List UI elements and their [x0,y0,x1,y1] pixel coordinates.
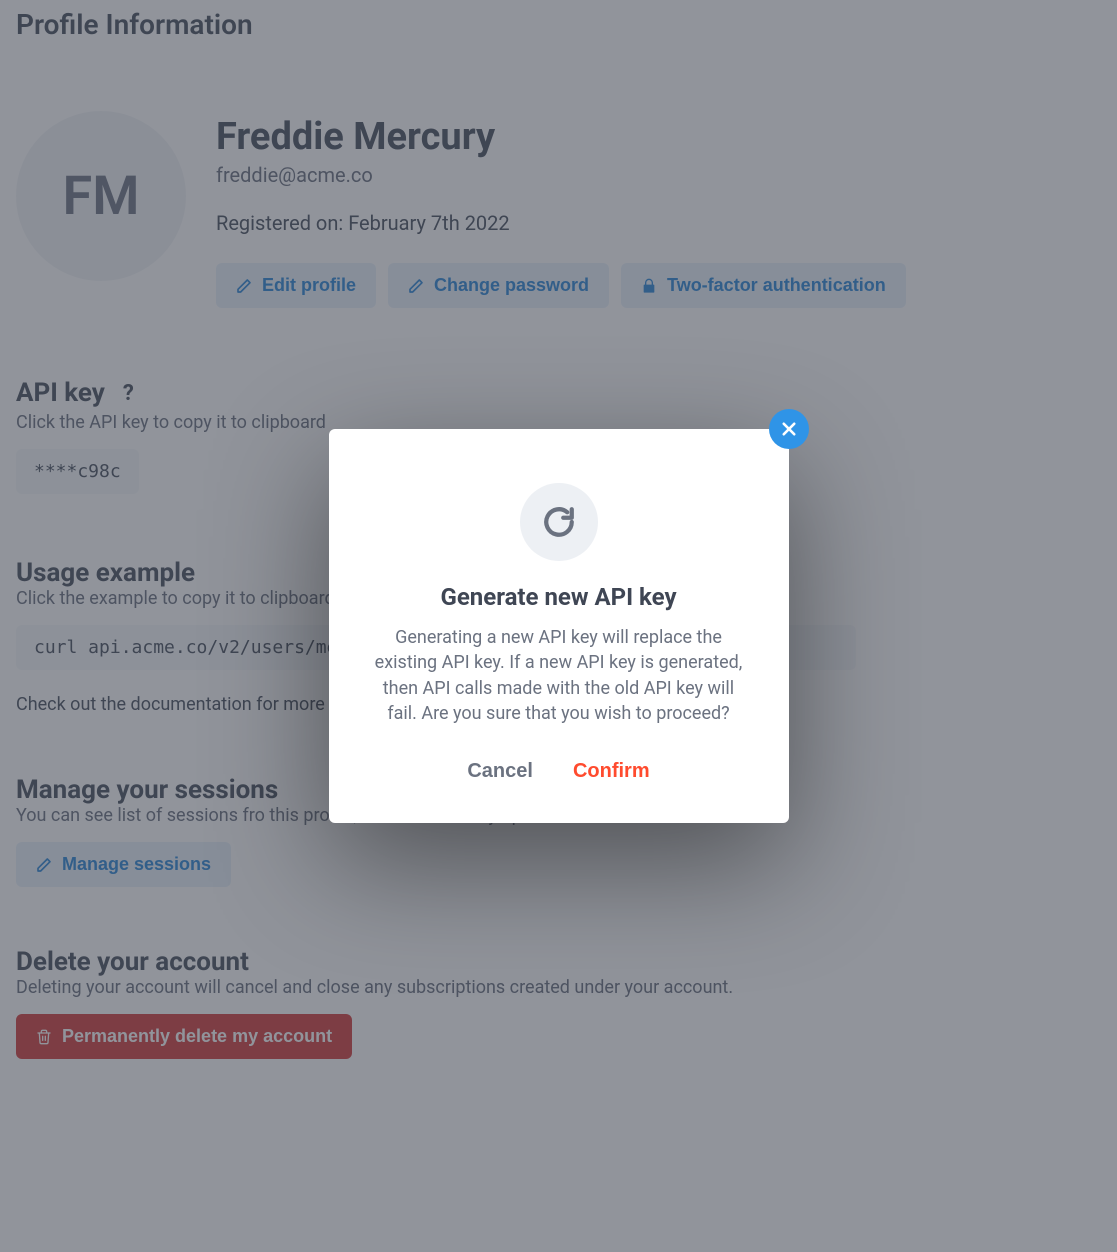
modal-confirm-button[interactable]: Confirm [571,756,652,787]
modal-cancel-button[interactable]: Cancel [465,756,535,787]
modal-body: Generating a new API key will replace th… [369,625,749,726]
modal-title: Generate new API key [369,583,749,611]
modal-overlay[interactable]: Generate new API key Generating a new AP… [0,0,1117,1252]
generate-api-key-modal: Generate new API key Generating a new AP… [329,429,789,823]
close-icon [780,420,798,438]
modal-close-button[interactable] [769,409,809,449]
refresh-icon [520,483,598,561]
